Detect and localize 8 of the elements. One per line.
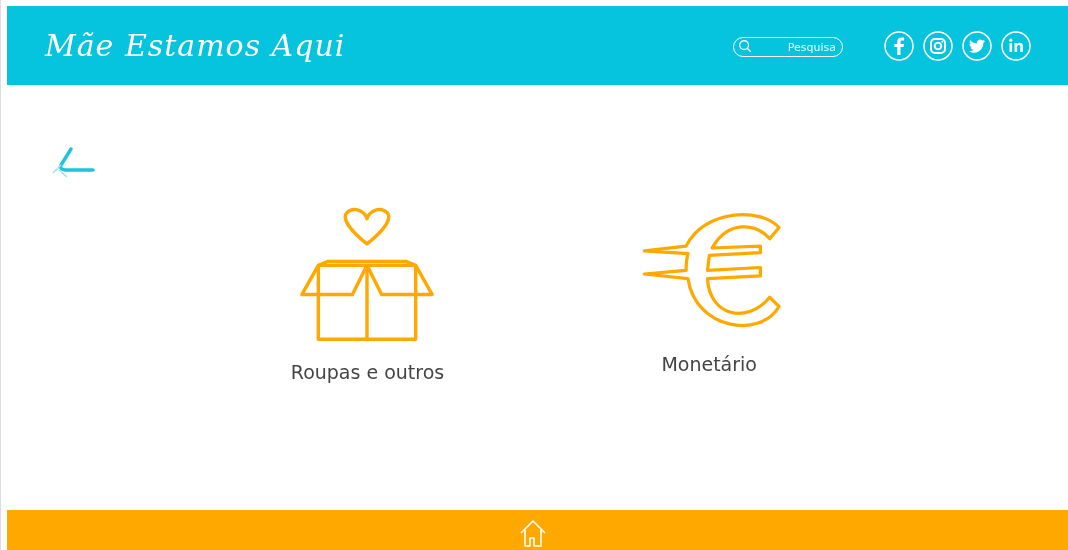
- option-label[interactable]: Roupas e outros: [290, 361, 445, 383]
- instagram-icon[interactable]: [922, 29, 954, 62]
- search-icon: [738, 38, 752, 53]
- facebook-icon[interactable]: [883, 29, 915, 62]
- linkedin-icon[interactable]: [1000, 29, 1032, 62]
- bird-icon[interactable]: [961, 29, 993, 62]
- search-field[interactable]: Pesquisa: [733, 37, 843, 57]
- option-label[interactable]: Monetário: [661, 353, 757, 375]
